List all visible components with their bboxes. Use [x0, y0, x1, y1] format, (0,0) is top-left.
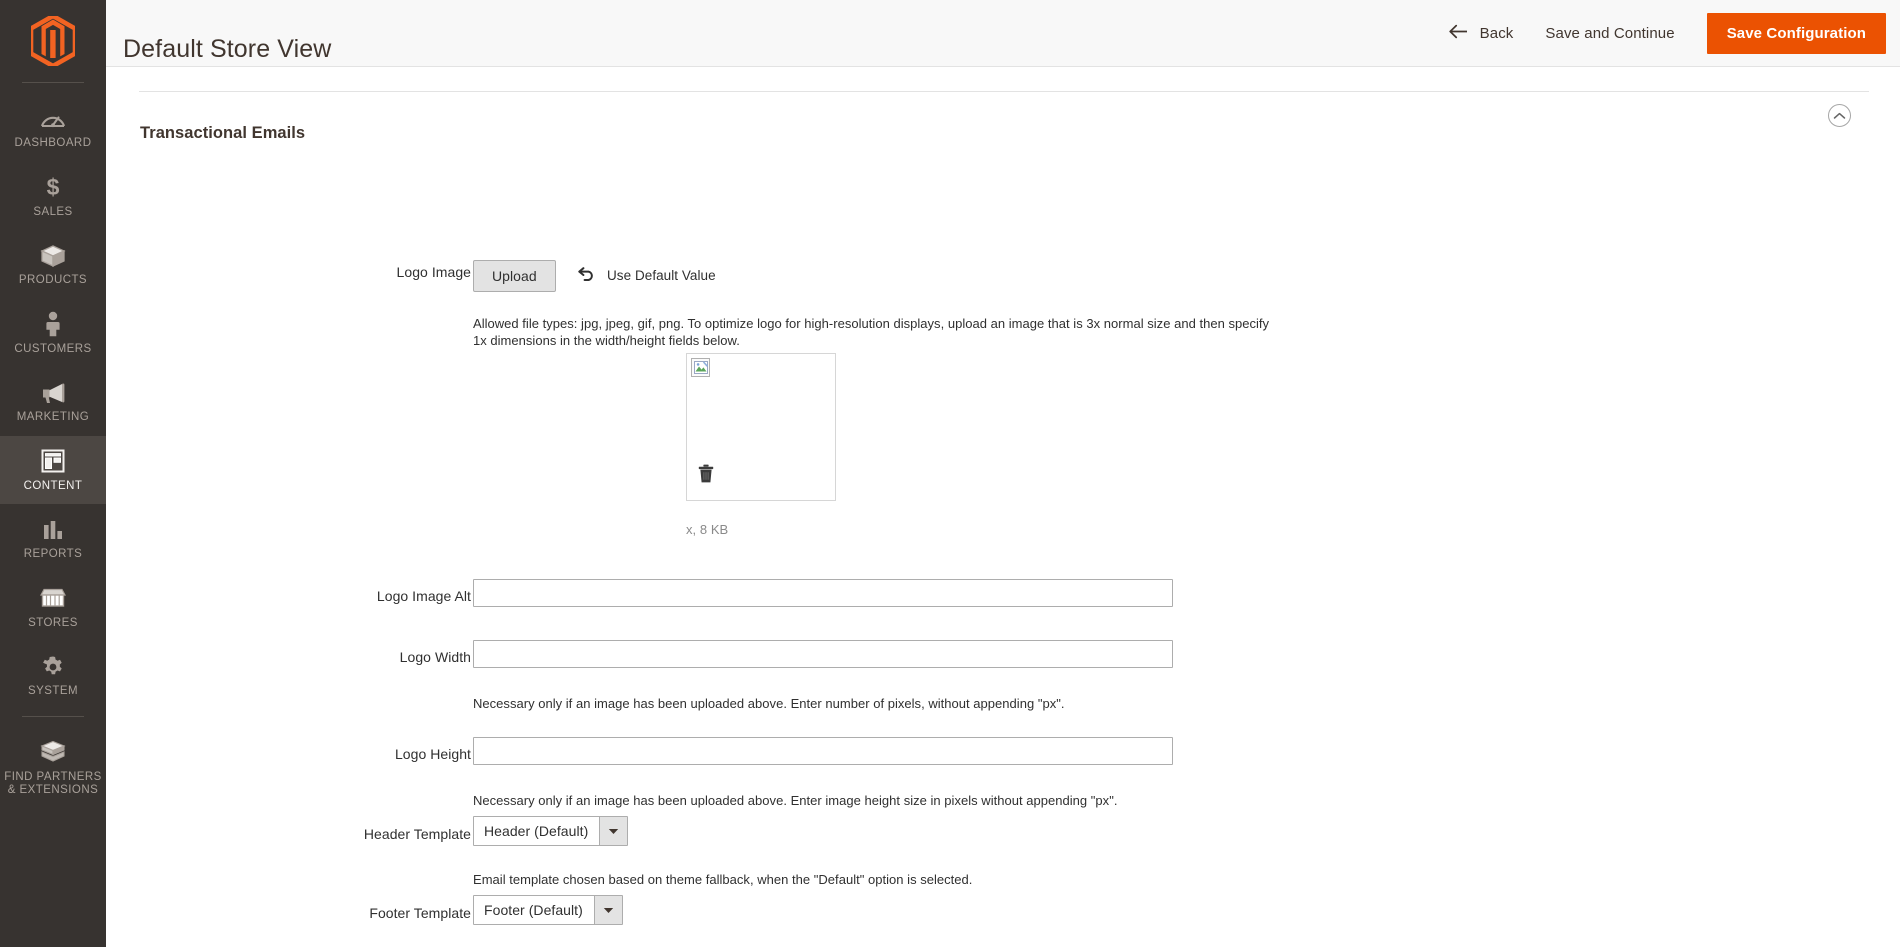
section-collapse-button[interactable] [1828, 104, 1851, 127]
upload-button[interactable]: Upload [473, 260, 556, 292]
main-sidebar: DASHBOARD $ SALES PRODUCTS CUSTOMERS MAR… [0, 0, 106, 947]
sidebar-item-label: FIND PARTNERS & EXTENSIONS [4, 771, 101, 798]
logo-height-hint: Necessary only if an image has been uplo… [473, 793, 1118, 808]
sidebar-item-customers[interactable]: CUSTOMERS [0, 299, 106, 368]
header-template-hint: Email template chosen based on theme fal… [473, 872, 973, 887]
sidebar-item-label: CUSTOMERS [14, 342, 92, 355]
sidebar-item-dashboard[interactable]: DASHBOARD [0, 93, 106, 162]
box-icon [40, 242, 66, 269]
logo-height-label: Logo Height [394, 746, 471, 762]
sidebar-item-reports[interactable]: REPORTS [0, 504, 106, 573]
logo-width-input[interactable] [473, 640, 1173, 668]
section-title: Transactional Emails [140, 123, 306, 142]
sidebar-item-label: REPORTS [23, 548, 83, 560]
find-partners-line-2: & EXTENSIONS [7, 784, 99, 796]
logo-image-alt-input[interactable] [473, 579, 1173, 607]
sidebar-item-stores[interactable]: STORES [0, 573, 106, 642]
page-actions: Back Save and Continue Save Configuratio… [1433, 0, 1886, 67]
logo-image-hint: Allowed file types: jpg, jpeg, gif, png.… [473, 316, 1270, 348]
save-and-continue-button[interactable]: Save and Continue [1529, 17, 1690, 50]
broken-image-icon [691, 358, 710, 377]
sidebar-item-label: CONTENT [23, 479, 83, 492]
sidebar-item-label: MARKETING [16, 411, 90, 423]
sidebar-item-products[interactable]: PRODUCTS [0, 230, 106, 299]
find-partners-line-1: FIND PARTNERS [4, 770, 102, 783]
logo-image-preview [686, 353, 836, 501]
save-configuration-button[interactable]: Save Configuration [1706, 13, 1886, 54]
logo-width-label: Logo Width [399, 649, 471, 665]
header-template-label: Header Template [363, 826, 471, 842]
sidebar-item-label: STORES [28, 616, 78, 629]
back-button[interactable]: Back [1433, 16, 1530, 51]
sidebar-item-find-partners-extensions[interactable]: FIND PARTNERS & EXTENSIONS [0, 727, 106, 809]
undo-arrow-icon [578, 266, 595, 284]
sidebar-item-label: SALES [33, 205, 73, 218]
logo-image-file-meta: x, 8 KB [686, 522, 729, 537]
layout-icon [41, 448, 65, 475]
header-template-select[interactable]: Header (Default) [473, 816, 629, 846]
dollar-icon: $ [42, 174, 64, 201]
logo-image-label: Logo Image [396, 264, 471, 280]
page-content: Transactional Emails Logo Image Upload U… [106, 67, 1900, 947]
page-header: Default Store View Back Save and Continu… [106, 0, 1900, 67]
storefront-icon [40, 585, 66, 612]
sidebar-divider-top [22, 82, 84, 83]
use-default-value-label: Use Default Value [607, 267, 716, 283]
sidebar-item-label: SYSTEM [28, 685, 78, 697]
section-divider [139, 91, 1869, 92]
page-title: Default Store View [123, 34, 332, 63]
chevron-down-icon [593, 896, 622, 924]
footer-template-select[interactable]: Footer (Default) [473, 895, 623, 925]
admin-page: DASHBOARD $ SALES PRODUCTS CUSTOMERS MAR… [0, 0, 1900, 947]
footer-template-value: Footer (Default) [484, 902, 583, 918]
sidebar-item-label: DASHBOARD [14, 137, 92, 149]
trash-icon [698, 464, 714, 483]
svg-text:$: $ [47, 174, 60, 200]
header-template-value: Header (Default) [484, 823, 589, 839]
person-icon [44, 311, 62, 338]
footer-template-label: Footer Template [369, 905, 471, 921]
chevron-down-icon [599, 817, 628, 845]
sidebar-item-system[interactable]: SYSTEM [0, 641, 106, 710]
sidebar-item-sales[interactable]: $ SALES [0, 162, 106, 231]
back-button-label: Back [1479, 25, 1514, 42]
logo-image-alt-label: Logo Image Alt [376, 588, 471, 604]
use-default-value-button[interactable]: Use Default Value [578, 266, 716, 284]
save-and-continue-label: Save and Continue [1545, 25, 1675, 42]
chevron-up-icon [1833, 108, 1846, 123]
gear-icon [41, 653, 65, 680]
sidebar-item-label: PRODUCTS [18, 274, 88, 286]
bar-chart-icon [41, 516, 65, 543]
magento-logo[interactable] [0, 0, 106, 82]
sidebar-divider-bottom [22, 715, 84, 717]
extension-box-icon [40, 739, 66, 766]
logo-width-hint: Necessary only if an image has been uplo… [473, 696, 1065, 711]
sidebar-item-content[interactable]: CONTENT [0, 435, 106, 504]
dashboard-icon [40, 105, 66, 132]
magento-logo-icon [31, 16, 75, 66]
arrow-left-icon [1448, 24, 1468, 43]
sidebar-item-marketing[interactable]: MARKETING [0, 367, 106, 436]
megaphone-icon [40, 379, 66, 406]
logo-height-input[interactable] [473, 737, 1173, 765]
delete-image-button[interactable] [698, 464, 714, 483]
